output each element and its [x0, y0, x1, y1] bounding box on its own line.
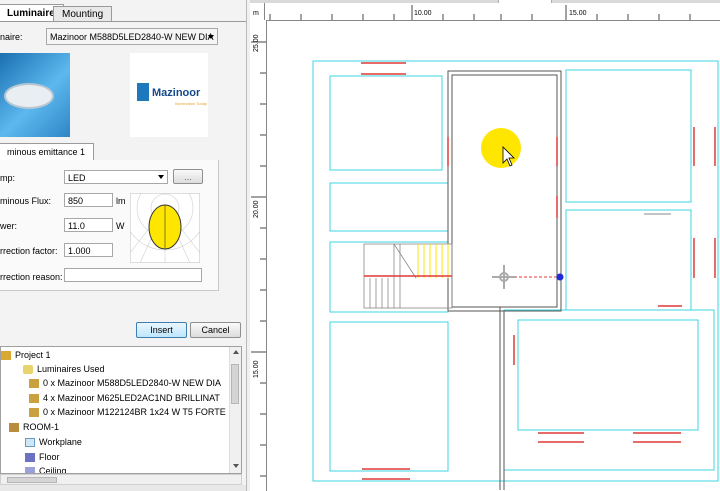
insert-button[interactable]: Insert [136, 322, 187, 338]
power-input[interactable]: 11.0 [64, 218, 113, 232]
floor-plan[interactable] [266, 20, 720, 491]
tree-item-luminaire[interactable]: 0 x Mazinoor M588D5LED2840-W NEW DIA [29, 376, 221, 390]
brand-logo-mark [137, 83, 149, 101]
luminaire-label: naire: [0, 32, 23, 42]
flux-input[interactable]: 850 [64, 193, 113, 207]
flux-unit: lm [116, 196, 126, 206]
brand-tagline: Illumination Today [175, 101, 207, 106]
ruler-label-15: 15.00 [569, 10, 587, 17]
tree-item-luminaires-used[interactable]: Luminaires Used [23, 362, 105, 376]
cancel-button[interactable]: Cancel [190, 322, 241, 338]
tree-hscroll-thumb[interactable] [7, 477, 57, 483]
horizontal-ruler-ticks [269, 5, 691, 20]
tree-item-luminaire[interactable]: 4 x Mazinoor M625LED2AC1ND BRILLINAT [29, 391, 220, 405]
ruler-corner: m [250, 3, 265, 21]
vertical-ruler: 25.00 20.00 15.00 [250, 20, 267, 491]
stair-highlight [417, 244, 449, 278]
chevron-down-icon[interactable] [158, 175, 164, 179]
power-unit: W [116, 221, 125, 231]
window-marks [361, 62, 716, 480]
lamp-select-value: LED [68, 173, 86, 183]
tab-luminous-emittance[interactable]: minous emittance 1 [0, 143, 95, 161]
floor-icon [25, 453, 35, 463]
luminaires-icon [23, 365, 33, 375]
tree-item-luminaire[interactable]: 0 x Mazinoor M122124BR 1x24 W T5 FORTE [29, 405, 226, 419]
chevron-down-icon[interactable] [208, 35, 214, 39]
ruler-label-25: 25.00 [253, 34, 260, 52]
ruler-unit: m [253, 10, 259, 17]
tree-item-project[interactable]: Project 1 [1, 348, 51, 362]
room-icon [9, 423, 19, 433]
light-distribution-diagram [130, 193, 200, 263]
lamp-icon [29, 394, 39, 404]
lamp-icon [29, 379, 39, 389]
move-handle-icon[interactable] [492, 265, 516, 289]
lamp-icon [29, 408, 39, 418]
tree-item-room[interactable]: ROOM-1 [9, 420, 59, 434]
flux-label: minous Flux: [0, 196, 52, 206]
lamp-browse-button[interactable]: ... [173, 169, 203, 184]
tree-item-floor[interactable]: Floor [25, 450, 60, 464]
bottom-tab-strip [0, 485, 246, 491]
lamp-select[interactable]: LED [64, 170, 168, 184]
folder-icon [1, 351, 11, 361]
power-label: wer: [0, 221, 18, 231]
tree-hscrollbar[interactable] [0, 474, 242, 485]
tree-item-workplane[interactable]: Workplane [25, 435, 82, 449]
correction-factor-label: rrection factor: [0, 246, 58, 256]
downlight-image [4, 83, 54, 109]
tab-mounting[interactable]: Mounting [53, 6, 113, 22]
correction-reason-label: rrection reason: [0, 272, 63, 282]
workplane-icon [25, 438, 35, 448]
brand-logo: Mazinoor Illumination Today [130, 53, 208, 137]
tab-divider [0, 21, 246, 22]
ruler-label-10: 10.00 [414, 10, 432, 17]
horizontal-ruler: 10.00 15.00 [264, 3, 720, 21]
luminaire-select[interactable]: Mazinoor M588D5LED2840-W NEW DIA [46, 28, 218, 45]
tree-scroll-thumb[interactable] [231, 364, 239, 404]
correction-factor-input[interactable]: 1.000 [64, 243, 113, 257]
scroll-up-icon[interactable] [233, 350, 239, 354]
luminaire-point[interactable] [556, 273, 564, 281]
scroll-down-icon[interactable] [233, 464, 239, 468]
tree-scrollbar[interactable] [229, 347, 241, 473]
tree-item-ceiling[interactable]: Ceiling [25, 464, 67, 473]
ruler-label-20: 20.00 [253, 200, 260, 218]
lamp-label: mp: [0, 173, 16, 183]
project-tree[interactable]: Project 1 Luminaires Used 0 x Mazinoor M… [0, 346, 242, 474]
ceiling-icon [25, 467, 35, 473]
luminaire-highlight[interactable] [481, 128, 521, 168]
brand-name: Mazinoor [152, 87, 201, 99]
correction-reason-input[interactable] [64, 268, 202, 282]
luminaire-panel: Luminaire Mounting naire: Mazinoor M588D… [0, 0, 247, 491]
ruler-label-15v: 15.00 [253, 360, 260, 378]
room-outlines [312, 60, 719, 482]
vertical-ruler-ticks [251, 41, 266, 477]
luminaire-select-value: Mazinoor M588D5LED2840-W NEW DIA [50, 32, 214, 42]
luminaire-photo [0, 53, 70, 137]
